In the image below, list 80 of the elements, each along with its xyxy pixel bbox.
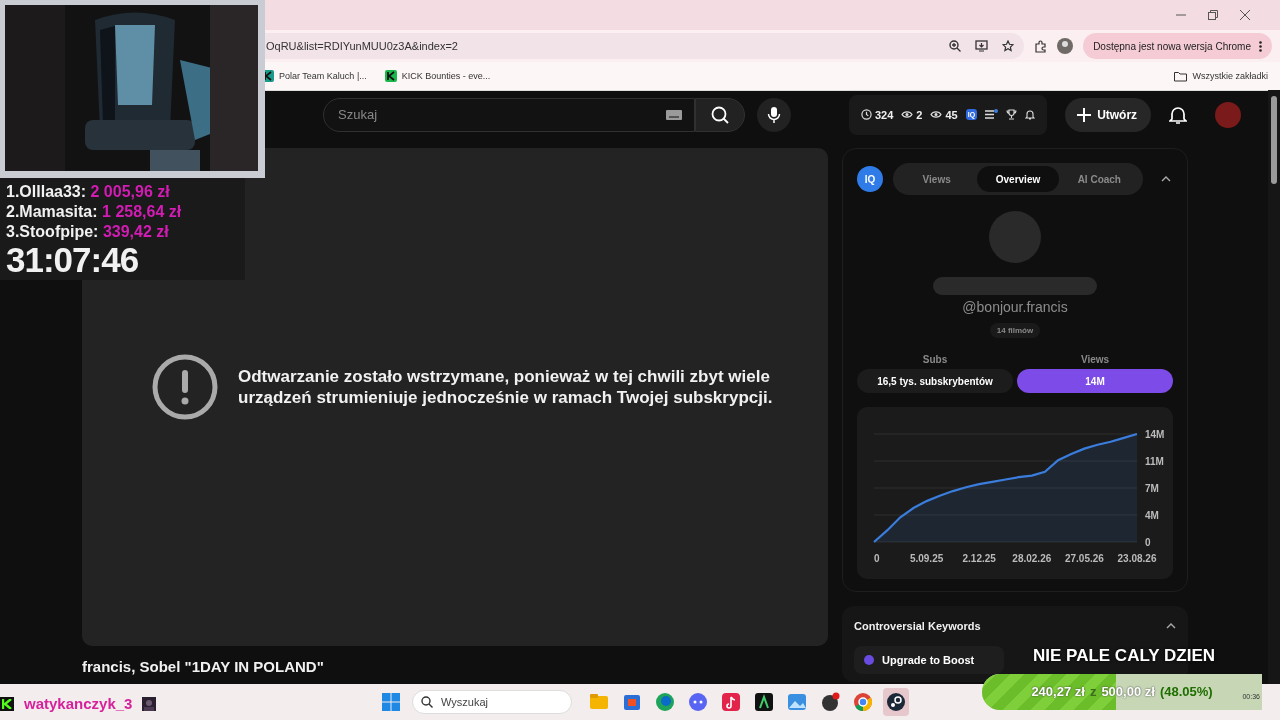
search-button[interactable]: [695, 97, 745, 132]
axis-label: 0: [1145, 537, 1151, 548]
restore-icon[interactable]: [1208, 10, 1218, 20]
scrollbar-thumb[interactable]: [1271, 96, 1277, 184]
axis-label: 11M: [1145, 456, 1164, 467]
axis-label: 5.09.25: [909, 553, 944, 564]
bell-icon[interactable]: [1025, 109, 1036, 120]
extensions-icon[interactable]: [1034, 39, 1048, 53]
profile-avatar[interactable]: [1057, 38, 1074, 54]
install-icon[interactable]: [975, 40, 989, 52]
axis-label: 2.12.25: [962, 553, 996, 564]
search-icon: [421, 696, 433, 708]
tab[interactable]: Overview: [977, 166, 1059, 192]
goal-separator: z: [1089, 684, 1097, 699]
microphone-icon: [767, 105, 781, 124]
bookmark-link[interactable]: KICK Bounties - eve...: [401, 71, 491, 81]
taskbar-app[interactable]: [883, 688, 909, 716]
axis-label: 7M: [1145, 483, 1159, 494]
metric-toggle[interactable]: 14M: [1017, 369, 1173, 393]
banner-text: NIE PALE CALY DZIEN: [1033, 646, 1215, 666]
start-icon[interactable]: [382, 693, 400, 711]
upgrade-button[interactable]: Upgrade to Boost: [854, 646, 1004, 674]
keyboard-icon[interactable]: [666, 109, 682, 120]
photos-icon: [788, 694, 806, 710]
axis-label: 0: [874, 553, 880, 564]
address-bar[interactable]: OqRU&list=RDIYunMUU0z3A&index=2: [262, 33, 1025, 59]
folder-icon: [590, 694, 608, 709]
search-field[interactable]: Szukaj: [336, 106, 658, 123]
axis-label: 23.08.26: [1117, 553, 1157, 564]
video-title: francis, Sobel "1DAY IN POLAND": [82, 658, 325, 675]
app-icon: [755, 693, 773, 711]
axis-label: 27.05.26: [1064, 553, 1104, 564]
chevron-up-icon[interactable]: [1161, 176, 1171, 182]
list-icon[interactable]: [985, 109, 999, 120]
section-title: Controversial Keywords: [854, 620, 981, 632]
all-bookmarks-link[interactable]: Wszystkie zakładki: [1192, 71, 1268, 81]
stat-value: 45: [945, 108, 958, 121]
streamer-name: watykanczyk_3: [24, 695, 133, 712]
goal-amount: 240,27 zł: [1031, 684, 1085, 699]
channel-handle: @bonjour.francis: [962, 299, 1068, 315]
logo-icon: IQ: [857, 166, 883, 192]
app-icon: [822, 692, 840, 711]
avatar-placeholder: [989, 211, 1041, 263]
update-button[interactable]: Dostępna jest nowa wersja Chrome: [1083, 33, 1272, 59]
chevron-up-icon[interactable]: [1166, 623, 1176, 629]
metric-toggle[interactable]: 16,5 tys. subskrybentów: [857, 369, 1013, 393]
eye-icon: [930, 110, 943, 119]
music-note-icon: [722, 693, 740, 711]
eye-icon: [901, 110, 914, 119]
stat-value: 324: [875, 108, 894, 121]
taskbar-search[interactable]: Wyszukaj: [439, 695, 553, 709]
trophy-icon[interactable]: [1006, 109, 1018, 120]
voice-search-button[interactable]: [757, 97, 791, 132]
folder-icon: [1174, 70, 1188, 82]
tab[interactable]: AI Coach: [1058, 166, 1140, 192]
search-icon: [711, 105, 729, 124]
tab[interactable]: Views: [896, 166, 978, 192]
zoom-icon[interactable]: [949, 40, 962, 52]
axis-label: 14M: [1145, 429, 1165, 440]
stat-value: 2: [916, 108, 923, 121]
metric-label: Views: [1079, 354, 1111, 365]
bookmark-link[interactable]: Polar Team Kaluch |...: [279, 71, 367, 81]
clock-icon: [861, 109, 872, 120]
create-button[interactable]: Utwórz: [1065, 97, 1152, 132]
search-box[interactable]: Szukaj: [323, 97, 695, 132]
close-icon[interactable]: [1240, 10, 1250, 20]
axis-label: 4M: [1145, 510, 1159, 521]
more-icon[interactable]: [1259, 40, 1262, 52]
error-message: Odtwarzanie zostało wstrzymane, ponieważ w tej chwili zbyt wiele urządzeń strumieniuje jednocześnie w ramach Twojej subskrypcji.: [238, 366, 774, 408]
video-count: 14 filmów: [989, 323, 1041, 338]
bookmark-icon: [384, 70, 397, 82]
taskbar-search-box[interactable]: Wyszukaj: [412, 690, 572, 714]
metric-label: Subs: [921, 354, 949, 365]
star-icon[interactable]: [1002, 40, 1015, 52]
alert-icon: [152, 354, 218, 420]
store-icon: [624, 695, 640, 710]
plus-icon: [1077, 107, 1092, 122]
goal-percent: (48.05%): [1159, 684, 1213, 699]
notifications-icon[interactable]: [1169, 104, 1188, 125]
axis-label: 28.02.26: [1012, 553, 1052, 564]
